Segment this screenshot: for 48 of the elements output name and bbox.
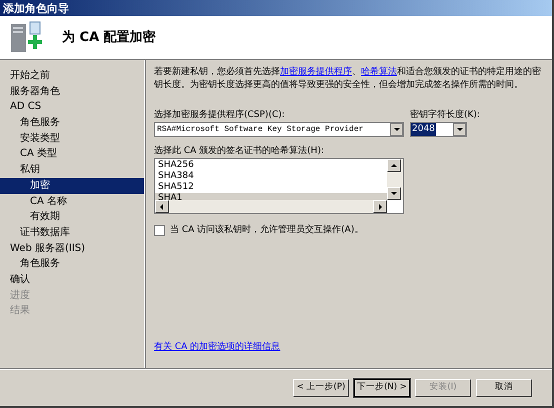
hash-option[interactable]: SHA512 bbox=[155, 182, 387, 193]
dropdown-arrow-icon bbox=[392, 126, 400, 134]
hash-option[interactable]: SHA256 bbox=[155, 160, 387, 171]
sidebar-item[interactable]: 加密 bbox=[0, 178, 144, 194]
checkbox-label: 当 CA 访问该私钥时，允许管理员交互操作(A)。 bbox=[170, 224, 364, 237]
dropdown-arrow-icon bbox=[456, 126, 464, 134]
hash-label: 选择此 CA 颁发的签名证书的哈希算法(H): bbox=[154, 145, 325, 158]
description-link[interactable]: 加密服务提供程序 bbox=[280, 67, 352, 77]
sidebar-item[interactable]: AD CS bbox=[0, 99, 144, 116]
up-arrow-icon bbox=[390, 162, 398, 170]
left-arrow-icon bbox=[158, 202, 166, 210]
sidebar-item[interactable]: 服务器角色 bbox=[0, 84, 144, 100]
more-info-link[interactable]: 有关 CA 的加密选项的详细信息 bbox=[154, 340, 546, 354]
sidebar-item[interactable]: 有效期 bbox=[0, 209, 144, 225]
sidebar-item[interactable]: CA 类型 bbox=[0, 146, 144, 162]
scroll-arrow-button[interactable] bbox=[155, 200, 169, 213]
down-arrow-icon bbox=[390, 190, 398, 198]
sidebar-item[interactable]: 角色服务 bbox=[0, 115, 144, 131]
sidebar-item[interactable]: 确认 bbox=[0, 272, 144, 288]
page-heading: 为 CA 配置加密 bbox=[62, 28, 156, 47]
scroll-arrow-button[interactable] bbox=[387, 159, 401, 172]
hash-option[interactable]: SHA384 bbox=[155, 171, 387, 182]
key-length-value: 2048 bbox=[411, 122, 436, 136]
description-text: 若要新建私钥，您必须首先选择加密服务提供程序、哈希算法和适合您颁发的证书的特定用途的密钥长度。为密钥长度选择更高的值将导致更强的安全性，但会增加完成签名操作所需的时间。 bbox=[154, 66, 542, 92]
scroll-arrow-button[interactable] bbox=[387, 187, 401, 200]
horizontal-scrollbar[interactable] bbox=[155, 200, 387, 213]
scroll-arrow-button[interactable] bbox=[373, 200, 387, 213]
key-length-label: 密钥字符长度(K): bbox=[410, 109, 480, 122]
wizard-button[interactable]: < 上一步(P) bbox=[293, 378, 349, 396]
hash-option[interactable]: SHA1 bbox=[155, 193, 387, 200]
csp-value: RSA#Microsoft Software Key Storage Provider bbox=[156, 124, 364, 136]
sidebar-item[interactable]: 安装类型 bbox=[0, 130, 144, 146]
key-length-dropdown[interactable]: 2048 bbox=[410, 122, 467, 137]
sidebar-item[interactable]: CA 名称 bbox=[0, 194, 144, 210]
sidebar-item[interactable]: 开始之前 bbox=[0, 68, 144, 84]
sidebar-item[interactable]: 证书数据库 bbox=[0, 224, 144, 241]
wizard-button[interactable]: 下一步(N) > bbox=[354, 378, 410, 396]
sidebar-item[interactable]: Web 服务器(IIS) bbox=[0, 240, 144, 256]
description-link[interactable]: 哈希算法 bbox=[361, 67, 397, 77]
csp-dropdown[interactable]: RSA#Microsoft Software Key Storage Provider bbox=[154, 122, 404, 137]
wizard-button[interactable]: 取消 bbox=[476, 378, 532, 396]
window-title: 添加角色向导 bbox=[3, 2, 69, 14]
vertical-scrollbar[interactable] bbox=[387, 159, 403, 200]
sidebar-item[interactable]: 角色服务 bbox=[0, 256, 144, 272]
csp-label: 选择加密服务提供程序(CSP)(C): bbox=[154, 109, 286, 122]
sidebar-item[interactable]: 私钥 bbox=[0, 162, 144, 178]
right-arrow-icon bbox=[376, 202, 384, 210]
checkbox[interactable] bbox=[154, 225, 165, 236]
